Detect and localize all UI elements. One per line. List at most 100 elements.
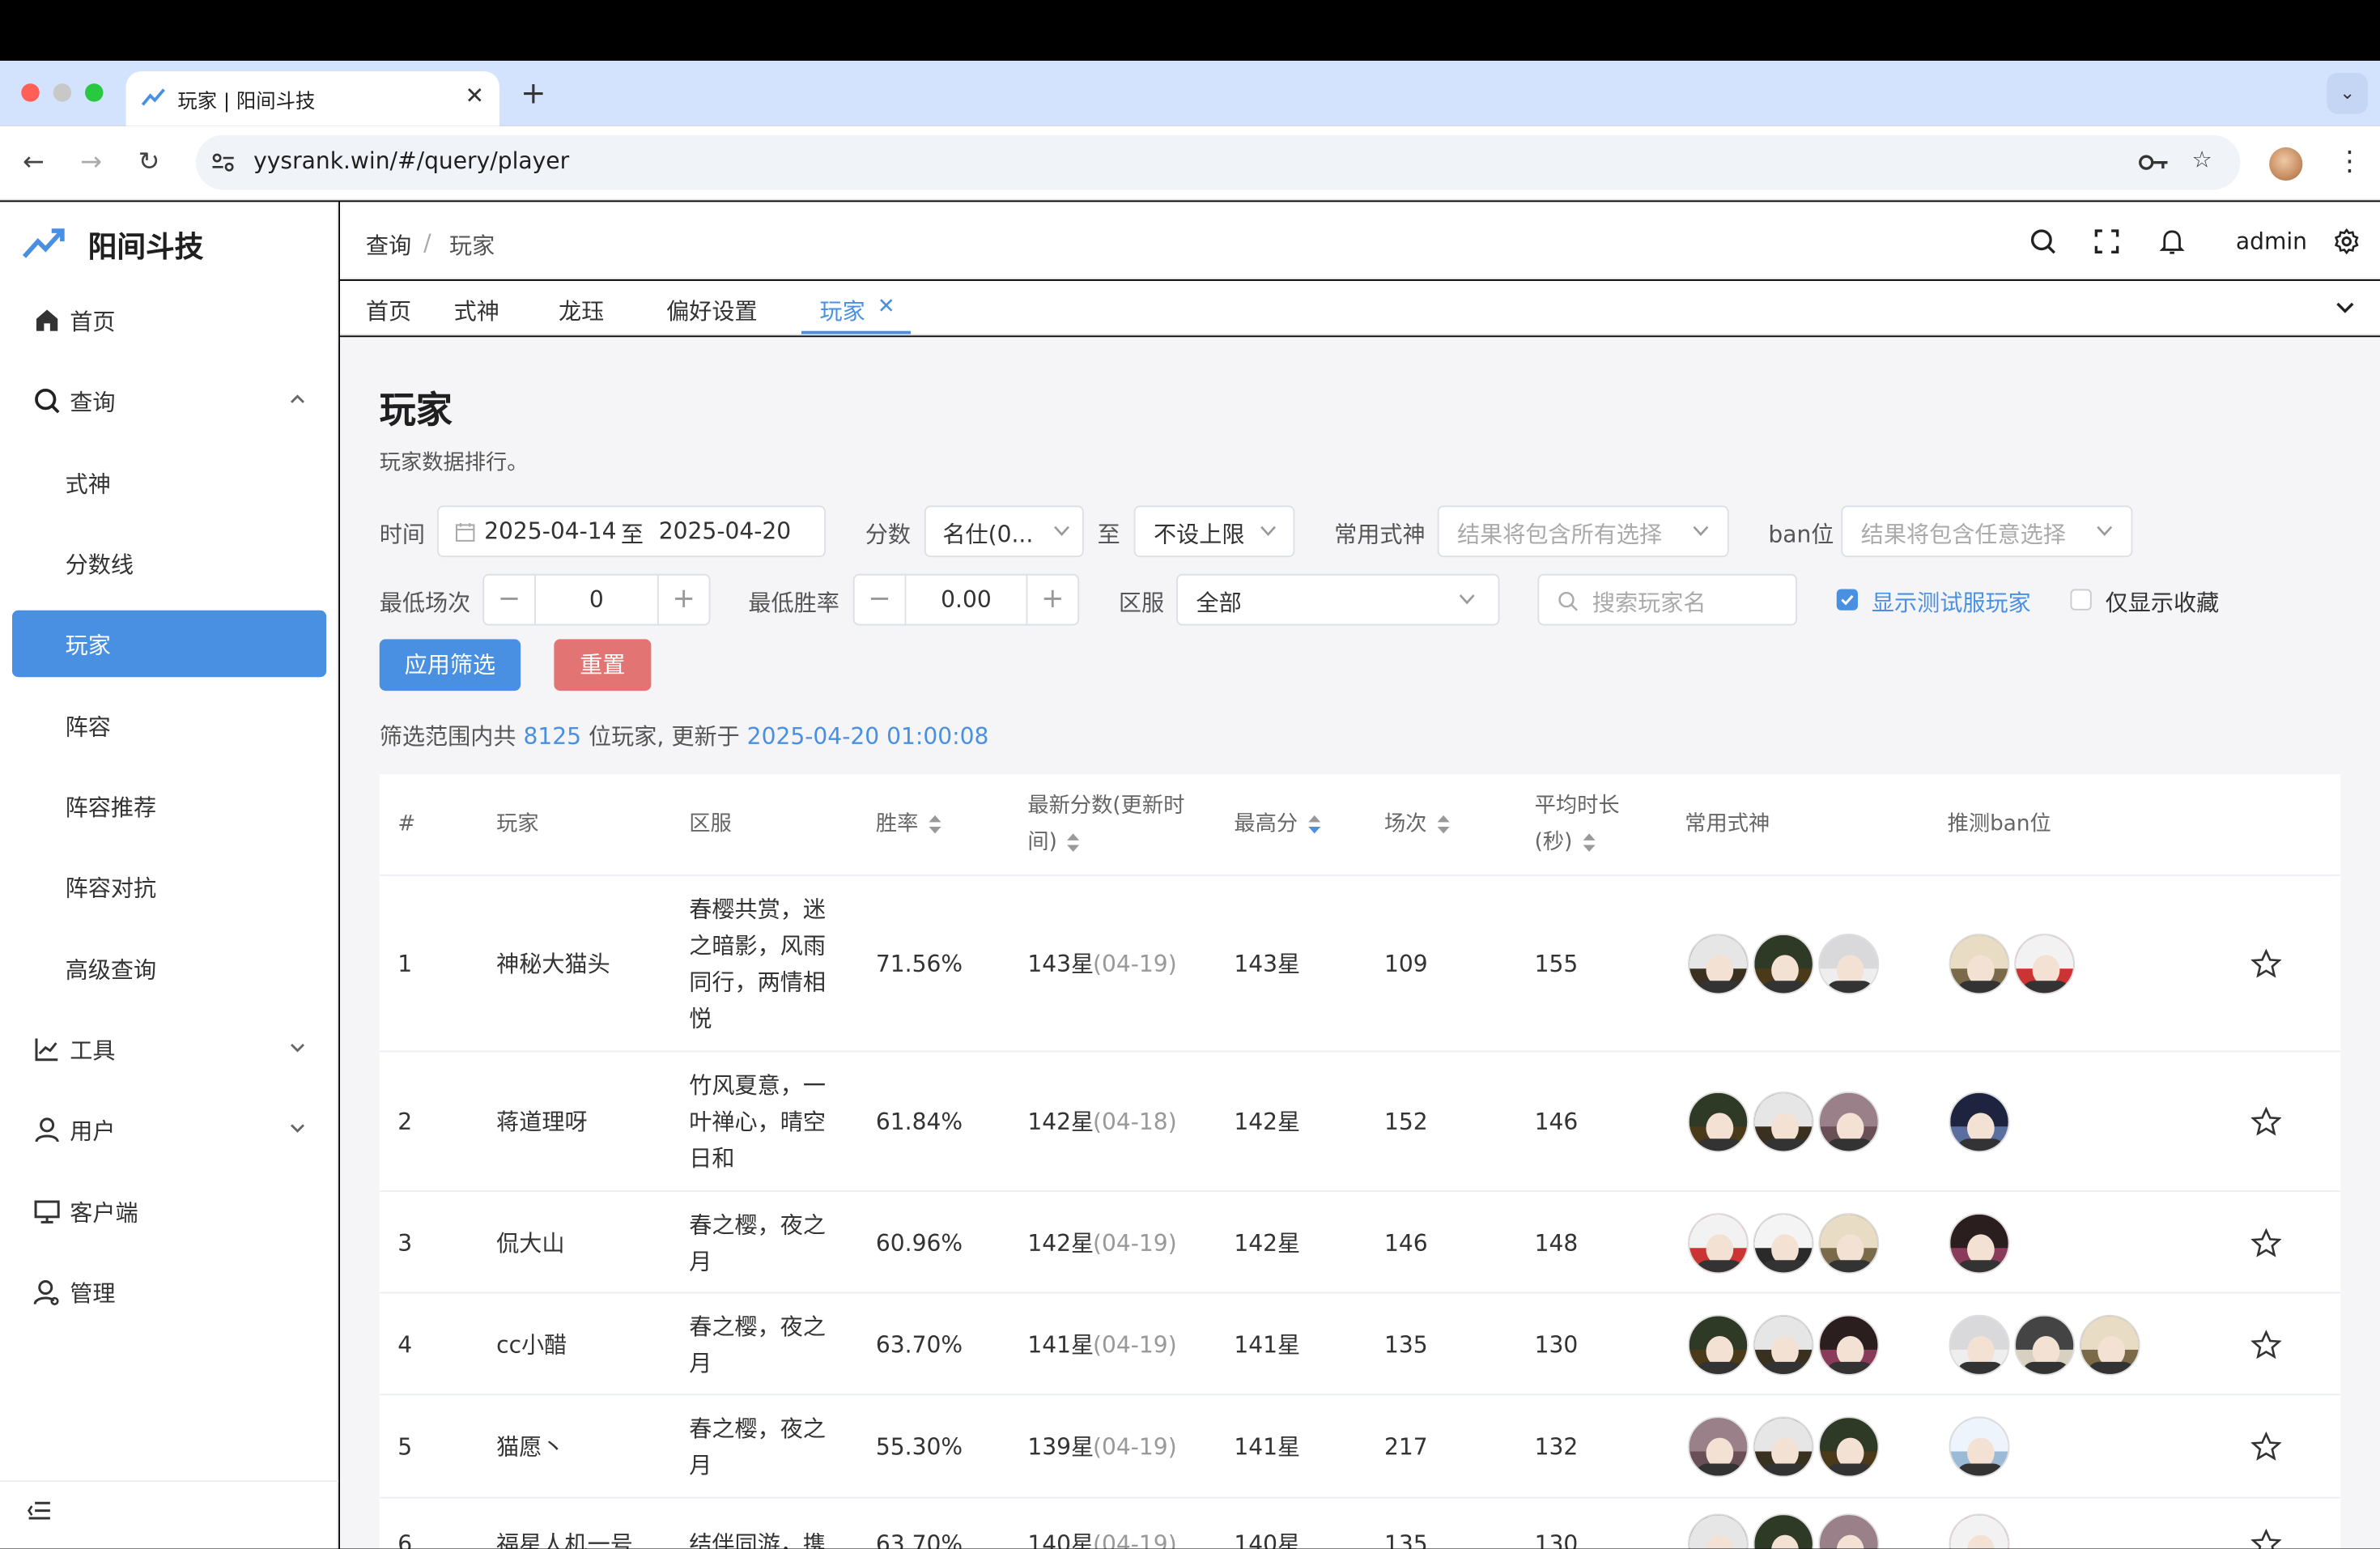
avatar-cloth <box>1761 1260 1809 1273</box>
header-duration-a[interactable]: 平均时长 <box>1535 788 1620 824</box>
tab-search-chevron-icon[interactable]: ⌄ <box>2327 73 2368 114</box>
common-shikigami-select[interactable]: 结果将包含所有选择 <box>1437 505 1729 558</box>
header-duration-b: (秒) <box>1534 830 1573 855</box>
star-shape <box>2250 1330 2282 1360</box>
avatar-cloth <box>1695 1361 1745 1374</box>
only-favorites-checkbox[interactable] <box>2070 589 2092 611</box>
increment-button[interactable]: + <box>1026 575 1078 624</box>
browser-toolbar: ← → ↻ yysrank.win/#/query/player ☆ <box>0 126 2380 201</box>
chevron-up-icon <box>291 394 304 403</box>
sidebar-item-player[interactable]: 玩家 <box>12 610 327 678</box>
shikigami-avatar <box>1753 1314 1814 1376</box>
show-test-server-label[interactable]: 显示测试服玩家 <box>1872 586 2031 618</box>
profile-avatar[interactable] <box>2269 147 2303 181</box>
header-latest-score[interactable]: 间) <box>1027 824 1082 861</box>
sidebar-item-lineup-versus[interactable]: 阵容对抗 <box>12 853 326 921</box>
star-shape <box>2250 948 2282 978</box>
browser-menu-icon[interactable]: ⋮ <box>2336 146 2364 177</box>
server-value: 全部 <box>1196 589 1242 617</box>
shikigami-avatar <box>1818 1213 1880 1275</box>
sidebar-item-lineup[interactable]: 阵容 <box>12 692 326 760</box>
server-line: 春之樱，夜之 <box>689 1313 827 1341</box>
sidebar-item-query[interactable]: 查询 <box>12 368 326 435</box>
sidebar-item-shikigami[interactable]: 式神 <box>12 449 326 517</box>
server-cell: 竹风夏意，一 叶禅心，晴空 日和 <box>689 1067 826 1177</box>
ban-label: ban位 <box>1768 521 1834 548</box>
sidebar-item-label: 分数线 <box>65 551 134 579</box>
date-start[interactable]: 2025-04-14 <box>484 517 616 545</box>
header-games[interactable]: 场次 <box>1384 806 1451 843</box>
score-from-select[interactable]: 名仕(0... <box>924 505 1084 558</box>
player-search-input[interactable]: 搜索玩家名 <box>1537 573 1797 626</box>
tag-home[interactable]: 首页 <box>366 295 411 326</box>
sidebar-item-tools[interactable]: 工具 <box>12 1015 326 1083</box>
sidebar-item-lineup-recommend[interactable]: 阵容推荐 <box>12 772 326 840</box>
back-icon[interactable]: ← <box>23 147 45 178</box>
tag-dragon-jade[interactable]: 龙珏 <box>559 295 604 326</box>
server-line: 之暗影，风雨 <box>689 932 827 960</box>
only-favorites-label[interactable]: 仅显示收藏 <box>2106 586 2220 618</box>
score-to-select[interactable]: 不设上限 <box>1133 505 1295 558</box>
apply-filter-button[interactable]: 应用筛选 <box>379 639 521 692</box>
close-tag-icon[interactable]: ✕ <box>878 295 895 319</box>
close-tab-icon[interactable]: ✕ <box>465 82 485 109</box>
search-icon <box>35 389 60 414</box>
username[interactable]: admin <box>2236 228 2307 255</box>
breadcrumb-item[interactable]: 查询 <box>366 229 411 261</box>
password-key-icon[interactable] <box>2137 151 2170 175</box>
min-winrate-stepper[interactable]: − 0.00 + <box>852 573 1080 626</box>
collapse-sidebar-icon[interactable] <box>28 1500 52 1521</box>
favorite-star-icon[interactable] <box>2250 1228 2282 1259</box>
chevron-down-icon[interactable] <box>2335 296 2356 317</box>
tag-preferences[interactable]: 偏好设置 <box>666 295 758 326</box>
sidebar-item-score-line[interactable]: 分数线 <box>12 530 326 597</box>
highest-score-cell: 142星 <box>1234 1108 1301 1136</box>
player-name-cell: cc小醋 <box>496 1331 567 1360</box>
server-line: 月 <box>689 1248 712 1275</box>
header-highest[interactable]: 最高分 <box>1234 806 1322 843</box>
search-icon[interactable] <box>2029 228 2057 255</box>
date-end[interactable]: 2025-04-20 <box>659 517 791 545</box>
bookmark-star-icon[interactable]: ☆ <box>2192 146 2212 173</box>
date-range-picker[interactable]: 2025-04-14 至 2025-04-20 <box>437 505 826 558</box>
header-duration[interactable]: (秒) <box>1535 824 1597 861</box>
reload-icon[interactable]: ↻ <box>138 147 160 178</box>
reset-button[interactable]: 重置 <box>554 639 652 692</box>
winrate-cell: 55.30% <box>875 1433 963 1461</box>
minimize-window-button[interactable] <box>53 83 72 102</box>
forward-icon[interactable]: → <box>80 147 102 178</box>
avatar-cloth <box>1695 981 1745 994</box>
increment-button[interactable]: + <box>657 575 709 624</box>
winrate-cell: 60.96% <box>875 1229 963 1257</box>
tag-shikigami[interactable]: 式神 <box>454 295 499 326</box>
bell-icon[interactable] <box>2158 228 2186 255</box>
close-window-button[interactable] <box>21 83 40 102</box>
favorite-star-icon[interactable] <box>2250 1330 2282 1361</box>
fullscreen-icon[interactable] <box>2093 228 2121 255</box>
address-bar[interactable]: yysrank.win/#/query/player ☆ <box>195 134 2241 190</box>
sidebar-item-user[interactable]: 用户 <box>12 1096 326 1164</box>
sidebar-item-advanced-query[interactable]: 高级查询 <box>12 935 326 1002</box>
shikigami-avatar <box>1818 1416 1880 1478</box>
sidebar-item-client[interactable]: 客户端 <box>12 1178 326 1245</box>
server-select[interactable]: 全部 <box>1176 573 1500 626</box>
summary-middle: 位玩家, 更新于 <box>589 722 740 751</box>
gear-icon[interactable] <box>2333 228 2361 255</box>
favorite-star-icon[interactable] <box>2250 948 2282 980</box>
sidebar-item-home[interactable]: 首页 <box>12 287 326 354</box>
new-tab-icon[interactable]: + <box>521 74 546 111</box>
zoom-window-button[interactable] <box>85 83 104 102</box>
header-latest-score-a[interactable]: 最新分数(更新时 <box>1027 788 1184 824</box>
min-games-stepper[interactable]: − 0 + <box>482 573 711 626</box>
common-shikigami-label: 常用式神 <box>1334 521 1426 548</box>
header-winrate[interactable]: 胜率 <box>876 806 943 843</box>
favorite-star-icon[interactable] <box>2250 1106 2282 1138</box>
ban-select[interactable]: 结果将包含任意选择 <box>1841 505 2133 558</box>
favorite-star-icon[interactable] <box>2250 1432 2282 1462</box>
sidebar-item-admin[interactable]: 管理 <box>12 1258 326 1326</box>
tag-player[interactable]: 玩家 <box>820 295 865 326</box>
show-test-server-checkbox[interactable] <box>1836 589 1858 611</box>
site-settings-icon[interactable] <box>211 151 236 175</box>
favorite-star-icon[interactable] <box>2250 1529 2282 1549</box>
browser-tab[interactable]: 玩家 | 阳间斗技 ✕ <box>125 71 499 126</box>
